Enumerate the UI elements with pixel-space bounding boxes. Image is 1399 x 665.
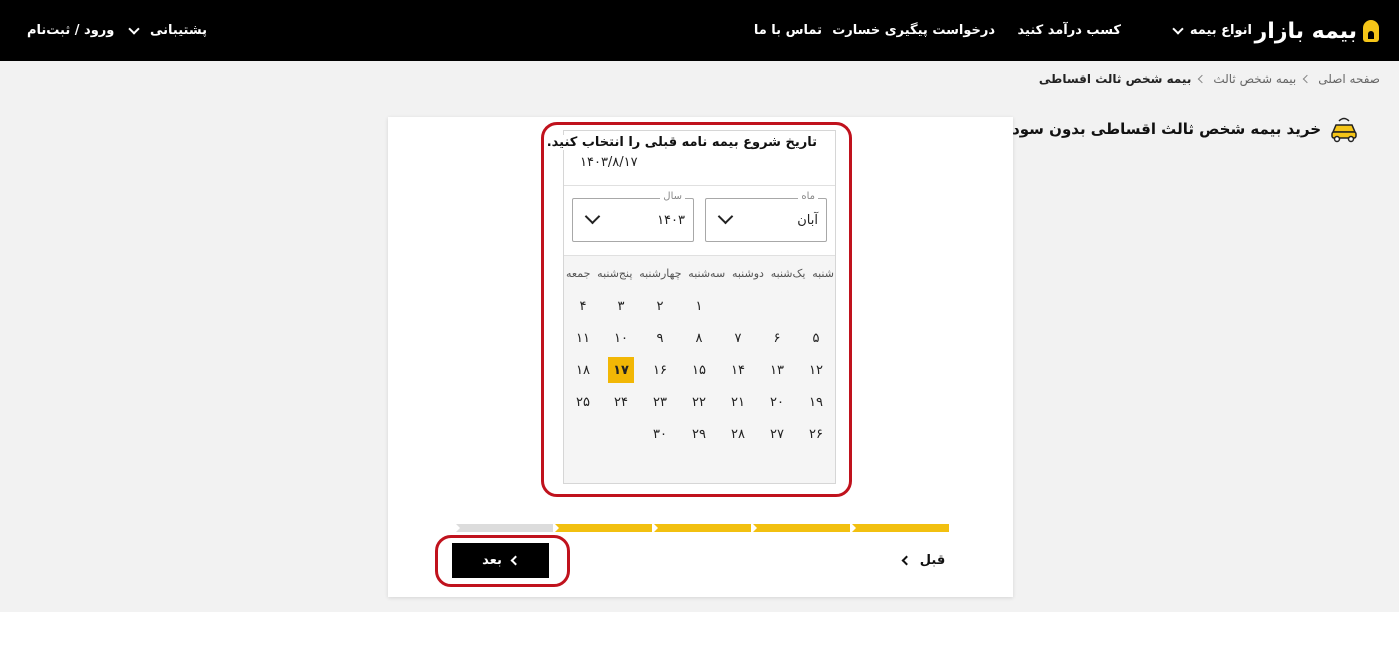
next-button[interactable]: بعد [452, 543, 549, 578]
nav-support[interactable]: پشتیبانی [128, 0, 207, 61]
weekday-label: چهارشنبه [639, 267, 682, 280]
calendar-day[interactable]: ۱۱ [570, 325, 596, 351]
chevron-down-icon [717, 208, 734, 225]
progress-step-done [555, 524, 652, 532]
nav-claim-tracking-label: درخواست پیگیری خسارت [832, 23, 995, 38]
weekday-label: دوشنبه [731, 267, 764, 280]
prev-button-label: قبل [919, 552, 946, 568]
next-button-label: بعد [482, 553, 502, 568]
form-card: تاریخ شروع بیمه نامه قبلی را انتخاب کنید… [388, 117, 1013, 597]
calendar-day[interactable]: ۲۱ [725, 389, 751, 415]
weekday-label: شنبه [812, 267, 834, 280]
year-select[interactable]: سال ۱۴۰۳ [572, 191, 694, 242]
nav-earn-money[interactable]: کسب درآمد کنید [1018, 0, 1121, 61]
month-select-value: آبان [797, 213, 818, 228]
calendar-day[interactable]: ۱۹ [803, 389, 829, 415]
calendar-day[interactable]: ۱۴ [725, 357, 751, 383]
calendar-day[interactable]: ۱۸ [570, 357, 596, 383]
chevron-left-icon [1302, 74, 1312, 84]
weekday-label: سه‌شنبه [688, 267, 726, 280]
breadcrumb-current: بیمه شخص ثالث اقساطی [1038, 72, 1192, 86]
calendar-day[interactable]: ۲۴ [608, 389, 634, 415]
page-title: خرید بیمه شخص ثالث اقساطی بدون سود [1012, 120, 1321, 138]
nav-login[interactable]: ورود / ثبت‌نام [27, 0, 114, 61]
nav-contact-label: تماس با ما [753, 23, 822, 38]
calendar-day-selected[interactable]: ۱۷ [608, 357, 634, 383]
calendar-day[interactable]: ۱۰ [608, 325, 634, 351]
calendar-day[interactable]: ۵ [803, 325, 829, 351]
breadcrumb-home[interactable]: صفحه اصلی [1318, 72, 1380, 86]
chevron-left-icon [510, 555, 521, 566]
calendar-day[interactable]: ۳۰ [647, 421, 673, 447]
calendar-day[interactable]: ۲۷ [764, 421, 790, 447]
calendar-day[interactable]: ۲۶ [803, 421, 829, 447]
calendar-day[interactable]: ۲۲ [686, 389, 712, 415]
calendar-day[interactable]: ۱۳ [764, 357, 790, 383]
year-select-legend: سال [660, 191, 685, 202]
nav-contact[interactable]: تماس با ما [754, 0, 822, 61]
date-picker-label: تاریخ شروع بیمه نامه قبلی را انتخاب کنید… [542, 135, 821, 150]
chevron-left-icon [901, 555, 912, 565]
date-picker-header: تاریخ شروع بیمه نامه قبلی را انتخاب کنید… [542, 131, 835, 186]
date-picker-value: ۱۴۰۳/۸/۱۷ [580, 155, 638, 170]
calendar-day[interactable]: ۲۳ [647, 389, 673, 415]
chevron-left-icon [1198, 74, 1207, 84]
calendar-day[interactable]: ۱۲ [803, 357, 829, 383]
logo[interactable]: بیمه بازار [1255, 16, 1379, 46]
logo-mark-icon [1363, 20, 1379, 42]
prev-button[interactable]: قبل [900, 549, 948, 571]
calendar-grid: شنبه یک‌شنبه دوشنبه سه‌شنبه چهارشنبه پنج‌شنبه… [564, 255, 835, 483]
progress-step-pending [456, 524, 553, 532]
nav-insurance-types-label: انواع بیمه [1189, 23, 1252, 38]
calendar-day[interactable]: ۲ [647, 293, 673, 319]
calendar-day[interactable]: ۲۵ [570, 389, 596, 415]
calendar-day[interactable]: ۶ [764, 325, 790, 351]
nav-claim-tracking[interactable]: درخواست پیگیری خسارت [832, 0, 995, 61]
calendar-day[interactable]: ۱۵ [686, 357, 712, 383]
weekday-label: یک‌شنبه [770, 267, 806, 280]
breadcrumb-third-party[interactable]: بیمه شخص ثالث [1213, 72, 1296, 86]
nav-insurance-types[interactable]: انواع بیمه [1172, 0, 1252, 61]
calendar-day[interactable]: ۷ [725, 325, 751, 351]
logo-text: بیمه بازار [1254, 18, 1357, 44]
progress-step-done [654, 524, 751, 532]
page-title-row: خرید بیمه شخص ثالث اقساطی بدون سود [1012, 114, 1359, 144]
chevron-down-icon [128, 22, 140, 35]
breadcrumb: صفحه اصلی بیمه شخص ثالث بیمه شخص ثالث اق… [1039, 72, 1380, 86]
nav-login-label: ورود / ثبت‌نام [27, 23, 115, 38]
chevron-down-icon [584, 208, 601, 225]
calendar-day[interactable]: ۴ [570, 293, 596, 319]
nav-support-label: پشتیبانی [150, 23, 207, 38]
progress-step-done [852, 524, 949, 532]
calendar-day[interactable]: ۸ [686, 325, 712, 351]
progress-step-done [753, 524, 850, 532]
date-picker: تاریخ شروع بیمه نامه قبلی را انتخاب کنید… [542, 130, 836, 484]
calendar-day[interactable]: ۱۶ [647, 357, 673, 383]
weekday-label: جمعه [566, 267, 591, 280]
weekday-label: پنج‌شنبه [597, 267, 633, 280]
weekday-header: شنبه یک‌شنبه دوشنبه سه‌شنبه چهارشنبه پنج‌شنبه… [566, 267, 834, 280]
car-insurance-icon [1331, 117, 1357, 143]
calendar-day[interactable]: ۳ [608, 293, 634, 319]
calendar-day[interactable]: ۲۸ [725, 421, 751, 447]
step-progress [452, 524, 949, 532]
month-select[interactable]: ماه آبان [705, 191, 827, 242]
month-select-legend: ماه [798, 191, 818, 202]
nav-earn-money-label: کسب درآمد کنید [1017, 23, 1121, 38]
top-navbar: بیمه بازار انواع بیمه کسب درآمد کنید درخ… [0, 0, 1399, 61]
calendar-day[interactable]: ۱ [686, 293, 712, 319]
calendar-day[interactable]: ۲۹ [686, 421, 712, 447]
calendar-day[interactable]: ۹ [647, 325, 673, 351]
calendar-day[interactable]: ۲۰ [764, 389, 790, 415]
main-area: صفحه اصلی بیمه شخص ثالث بیمه شخص ثالث اق… [0, 61, 1399, 612]
chevron-down-icon [1172, 22, 1184, 35]
year-select-value: ۱۴۰۳ [657, 213, 685, 228]
